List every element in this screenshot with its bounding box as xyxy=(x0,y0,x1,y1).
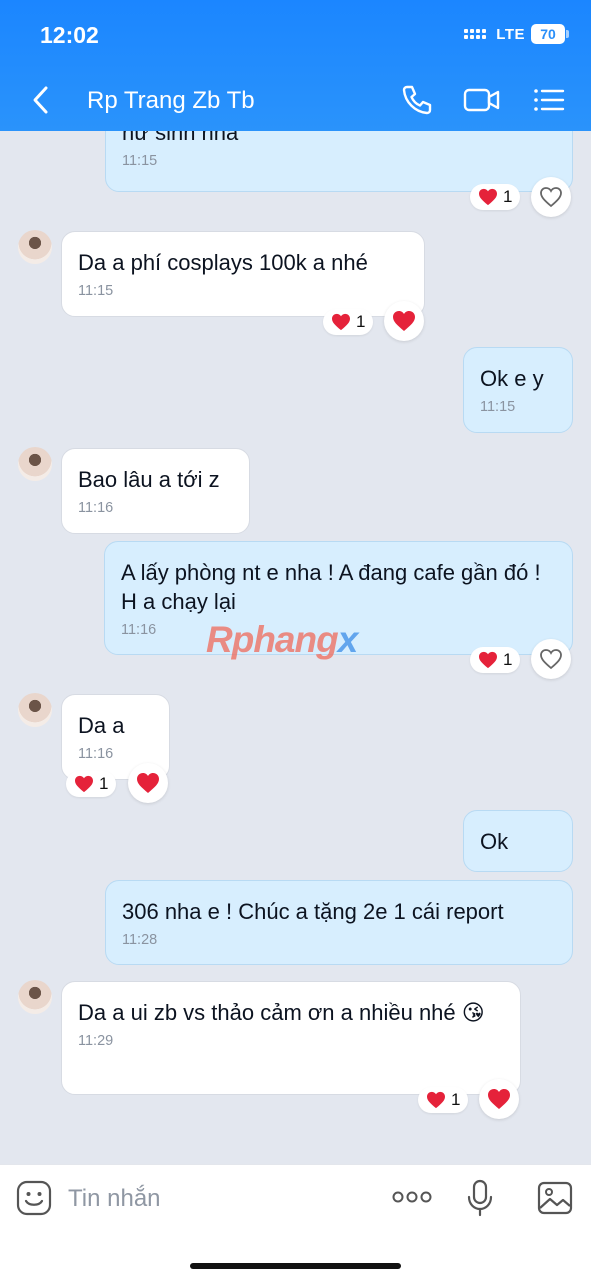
conversation-title[interactable]: Rp Trang Zb Tb xyxy=(87,87,255,115)
avatar[interactable] xyxy=(18,230,52,264)
message-time: 11:16 xyxy=(78,500,114,516)
heart-icon xyxy=(75,775,93,793)
microphone-icon xyxy=(467,1179,493,1217)
heart-icon xyxy=(332,313,350,331)
video-camera-icon xyxy=(463,88,500,112)
react-button[interactable] xyxy=(479,1079,519,1119)
message-text: Da a phí cosplays 100k a nhé xyxy=(78,250,368,275)
voice-call-button[interactable] xyxy=(399,82,435,118)
photo-button[interactable] xyxy=(537,1181,573,1220)
status-time: 12:02 xyxy=(40,22,99,48)
home-indicator xyxy=(190,1263,401,1269)
message-text: Bao lâu a tới z xyxy=(78,467,220,492)
chat-header: 12:02 LTE 70 Rp Trang Zb Tb xyxy=(0,0,591,131)
more-dots-icon xyxy=(392,1191,432,1203)
chevron-left-icon xyxy=(33,86,48,114)
message-input[interactable]: Tin nhắn xyxy=(68,1185,161,1213)
message-text: A lấy phòng nt e nha ! A đang cafe gần đ… xyxy=(121,560,541,614)
message-bubble-incoming[interactable]: Da a ui zb vs thảo cảm ơn a nhiều nhé 😘 … xyxy=(61,981,521,1095)
watermark-logo: Rphangx xyxy=(206,619,358,660)
avatar[interactable] xyxy=(18,447,52,481)
message-bubble-outgoing[interactable]: Ok xyxy=(463,810,573,872)
battery-icon: 70 xyxy=(531,24,569,44)
message-time: 11:29 xyxy=(78,1033,114,1049)
message-text: Da a xyxy=(78,713,125,738)
back-button[interactable] xyxy=(28,84,54,116)
react-button[interactable] xyxy=(531,177,571,217)
heart-outline-icon xyxy=(540,649,562,670)
message-bubble-outgoing[interactable]: Ok e y 11:15 xyxy=(463,347,573,433)
message-text: Ok xyxy=(480,829,509,854)
network-label: LTE xyxy=(496,25,525,43)
reaction-count[interactable]: 1 xyxy=(418,1087,469,1113)
list-menu-icon xyxy=(534,89,565,111)
avatar[interactable] xyxy=(18,693,52,727)
react-button[interactable] xyxy=(128,763,168,803)
video-call-button[interactable] xyxy=(463,82,500,118)
message-list[interactable]: nư sinh nha 11:15 1 Da a phí cosplays 10… xyxy=(0,131,591,1164)
message-time: 11:16 xyxy=(78,746,114,762)
heart-icon xyxy=(393,311,415,331)
signal-icon xyxy=(464,29,487,39)
message-bubble-outgoing[interactable]: 306 nha e ! Chúc a tặng 2e 1 cái report … xyxy=(105,880,573,965)
message-text: nư sinh nha xyxy=(122,131,239,145)
image-icon xyxy=(537,1181,573,1215)
message-text: 306 nha e ! Chúc a tặng 2e 1 cái report xyxy=(122,899,504,924)
avatar[interactable] xyxy=(18,980,52,1014)
reaction-count[interactable]: 1 xyxy=(323,309,374,335)
heart-icon xyxy=(479,188,497,206)
more-options-button[interactable] xyxy=(391,1189,433,1210)
message-time: 11:15 xyxy=(480,399,516,415)
react-button[interactable] xyxy=(531,639,571,679)
message-time: 11:15 xyxy=(122,153,158,169)
message-text: Da a ui zb vs thảo cảm ơn a nhiều nhé 😘 xyxy=(78,1000,485,1025)
reaction-count[interactable]: 1 xyxy=(470,647,521,673)
message-bubble-incoming[interactable]: Bao lâu a tới z 11:16 xyxy=(61,448,250,534)
message-bubble-incoming[interactable]: Da a phí cosplays 100k a nhé 11:15 xyxy=(61,231,425,317)
react-button[interactable] xyxy=(384,301,424,341)
reaction-count[interactable]: 1 xyxy=(66,771,117,797)
menu-button[interactable] xyxy=(531,82,567,118)
message-time: 11:15 xyxy=(78,283,114,299)
message-input-bar: Tin nhắn xyxy=(0,1164,591,1280)
sticker-button[interactable] xyxy=(16,1180,52,1221)
message-time: 11:28 xyxy=(122,932,158,948)
voice-message-button[interactable] xyxy=(466,1179,494,1222)
emoji-icon xyxy=(16,1180,52,1216)
heart-outline-icon xyxy=(540,187,562,208)
message-text: Ok e y xyxy=(480,366,544,391)
heart-icon xyxy=(479,651,497,669)
status-indicators: LTE 70 xyxy=(464,24,569,44)
heart-icon xyxy=(137,773,159,793)
message-bubble-outgoing[interactable]: nư sinh nha 11:15 xyxy=(105,131,573,192)
heart-icon xyxy=(488,1089,510,1109)
heart-icon xyxy=(427,1091,445,1109)
phone-icon xyxy=(402,85,432,115)
reaction-count[interactable]: 1 xyxy=(470,184,521,210)
